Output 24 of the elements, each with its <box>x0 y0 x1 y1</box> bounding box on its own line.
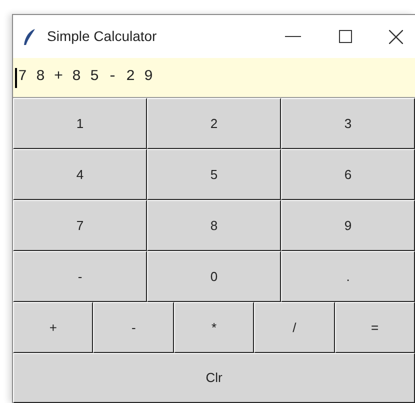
calculator-key[interactable]: 3 <box>281 98 415 149</box>
calculator-key[interactable]: * <box>174 302 254 353</box>
calculator-key[interactable]: 7 <box>13 200 147 251</box>
calculator-key[interactable]: 1 <box>13 98 147 149</box>
calculator-key[interactable]: 5 <box>147 149 281 200</box>
calculator-key[interactable]: 4 <box>13 149 147 200</box>
clear-button[interactable]: Clr <box>13 353 415 403</box>
calculator-key[interactable]: = <box>334 302 415 353</box>
calculator-key[interactable]: + <box>13 302 94 353</box>
window-title: Simple Calculator <box>47 27 157 46</box>
calculator-key[interactable]: 9 <box>281 200 415 251</box>
display-field[interactable]: 7 8 + 8 5 - 2 9 <box>13 58 415 98</box>
close-icon[interactable] <box>389 30 403 44</box>
calculator-key[interactable]: . <box>281 251 415 302</box>
calculator-key[interactable]: 2 <box>147 98 281 149</box>
calculator-key[interactable]: - <box>13 251 147 302</box>
feather-icon <box>23 28 37 46</box>
calculator-key[interactable]: / <box>254 302 335 353</box>
calculator-key[interactable]: - <box>93 302 174 353</box>
calculator-key[interactable]: 8 <box>147 200 281 251</box>
maximize-icon[interactable] <box>339 30 352 43</box>
calculator-key[interactable]: 0 <box>147 251 281 302</box>
calculator-key[interactable]: 6 <box>281 149 415 200</box>
minimize-icon[interactable] <box>285 36 301 38</box>
